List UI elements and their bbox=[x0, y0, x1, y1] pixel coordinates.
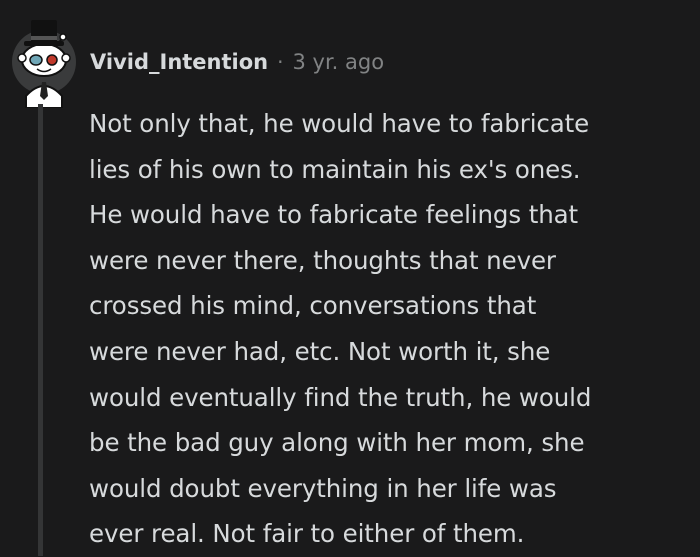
body-line: were never had, etc. Not worth it, she bbox=[89, 336, 551, 366]
body-line: ever real. Not fair to either of them. bbox=[89, 519, 525, 549]
body-line: lies of his own to maintain his ex's one… bbox=[89, 154, 581, 184]
snoo-avatar-icon bbox=[12, 20, 76, 108]
comment-paragraph: Not only that, he would have to fabricat… bbox=[89, 101, 689, 557]
comment: Vivid_Intention · 3 yr. ago Not only tha… bbox=[0, 0, 700, 556]
comment-header: Vivid_Intention · 3 yr. ago bbox=[10, 12, 384, 108]
username-link[interactable]: Vivid_Intention bbox=[90, 48, 268, 76]
body-line: be the bad guy along with her mom, she bbox=[89, 428, 585, 458]
comment-meta: Vivid_Intention · 3 yr. ago bbox=[90, 48, 384, 76]
body-line: He would have to fabricate feelings that bbox=[89, 200, 579, 230]
body-line: crossed his mind, conversations that bbox=[89, 291, 537, 321]
meta-separator: · bbox=[277, 50, 284, 74]
body-line: were never there, thoughts that never bbox=[89, 245, 556, 275]
avatar[interactable] bbox=[10, 12, 78, 108]
body-line: would eventually find the truth, he woul… bbox=[89, 382, 592, 412]
thread-collapse-line[interactable] bbox=[38, 104, 43, 556]
timestamp-link[interactable]: 3 yr. ago bbox=[292, 48, 384, 76]
comment-body: Not only that, he would have to fabricat… bbox=[89, 101, 689, 557]
body-line: would doubt everything in her life was bbox=[89, 473, 557, 503]
body-line: Not only that, he would have to fabricat… bbox=[89, 109, 590, 138]
